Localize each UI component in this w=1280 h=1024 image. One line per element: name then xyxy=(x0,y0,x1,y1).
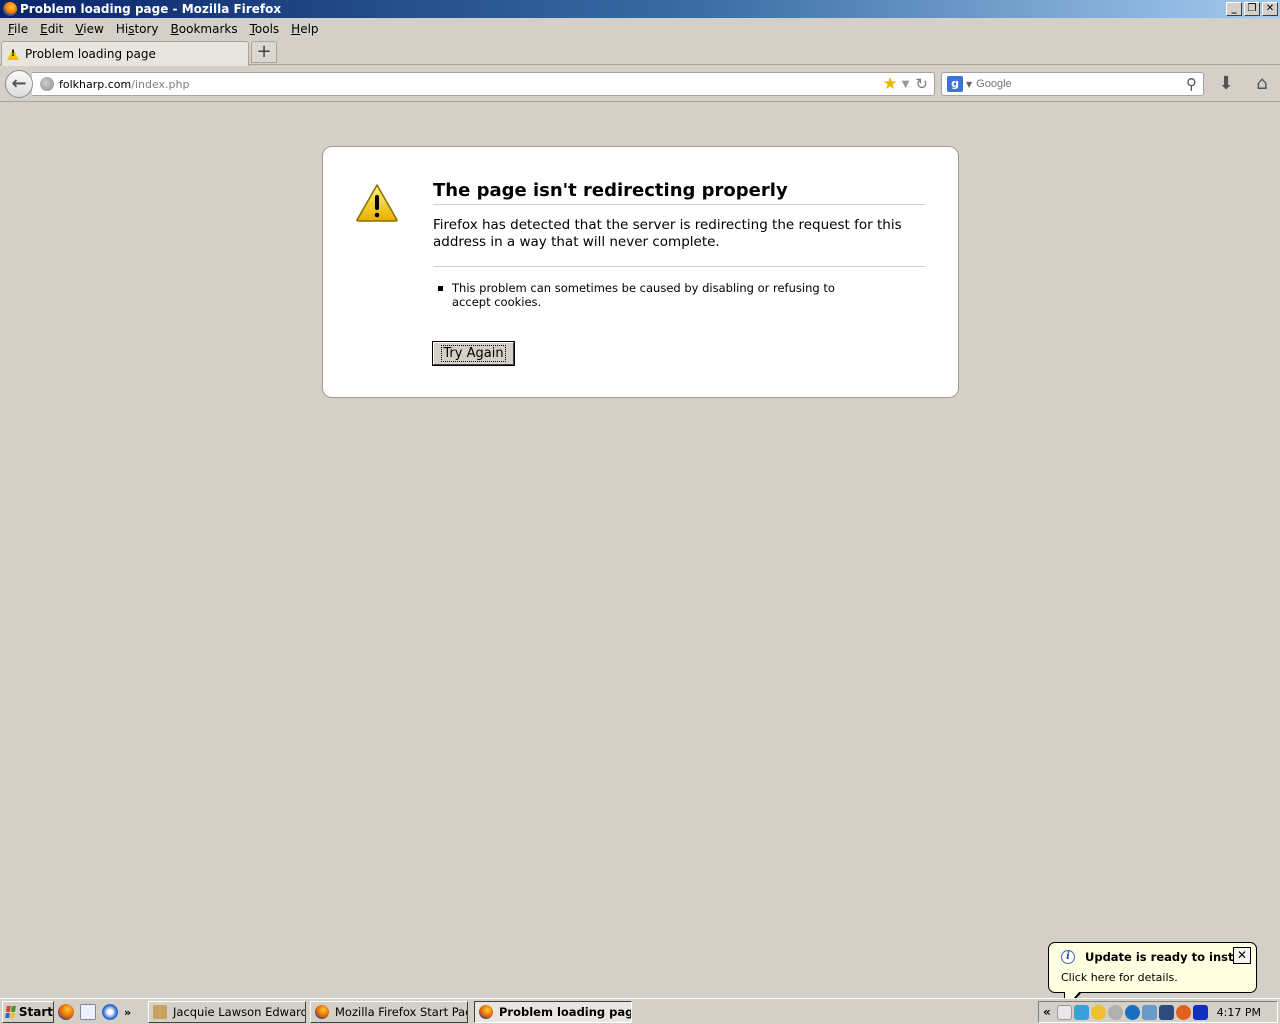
close-button[interactable]: ✕ xyxy=(1262,2,1278,16)
quick-launch-overflow[interactable]: » xyxy=(124,1006,131,1019)
try-again-label: Try Again xyxy=(441,345,506,362)
back-arrow-icon: ← xyxy=(11,73,27,94)
balloon-title: Update is ready to install xyxy=(1085,950,1250,964)
error-description: Firefox has detected that the server is … xyxy=(433,217,902,250)
display-tray-icon[interactable] xyxy=(1141,1004,1157,1020)
url-host: folkharp.com xyxy=(59,77,132,91)
search-engine-icon[interactable]: g xyxy=(947,76,963,92)
url-path: /index.php xyxy=(131,77,190,91)
menu-edit-accel: E xyxy=(40,22,48,36)
menu-bookmarks-accel: B xyxy=(170,22,179,36)
update-notification-balloon[interactable]: i Update is ready to install Click here … xyxy=(1048,942,1257,993)
task-button-jacquie-lawson[interactable]: Jacquie Lawson Edwardi... xyxy=(148,1001,306,1023)
error-page-container: The page isn't redirecting properly Fire… xyxy=(322,146,959,398)
menu-history[interactable]: History xyxy=(110,22,165,36)
menu-tools[interactable]: Tools xyxy=(244,22,286,36)
menu-help-accel: H xyxy=(291,22,301,36)
reload-icon[interactable]: ↻ xyxy=(915,75,928,93)
taskbar: Start » Jacquie Lawson Edwardi... Mozill… xyxy=(0,998,1280,1024)
menu-history-label-pre: Hi xyxy=(115,22,129,36)
user-tray-icon[interactable] xyxy=(1107,1004,1123,1020)
menu-edit-label: dit xyxy=(47,22,64,36)
network-tray-icon[interactable] xyxy=(1073,1004,1089,1020)
url-bar[interactable]: folkharp.com/index.php ★ ▼ ↻ xyxy=(32,72,935,96)
tab-label: Problem loading page xyxy=(25,47,156,61)
menu-tools-label: ools xyxy=(254,22,280,36)
firefox-icon xyxy=(3,2,17,16)
show-hidden-icons-button[interactable]: « xyxy=(1043,1005,1051,1019)
balloon-close-button[interactable]: ✕ xyxy=(1233,947,1251,964)
firefox-icon xyxy=(479,1005,493,1019)
info-icon: i xyxy=(1061,950,1075,964)
antivirus-tray-icon[interactable] xyxy=(1175,1004,1191,1020)
menu-bookmarks[interactable]: Bookmarks xyxy=(165,22,244,36)
divider xyxy=(433,266,925,267)
menu-help-label: elp xyxy=(300,22,319,36)
menu-view-label: iew xyxy=(83,22,104,36)
search-bar[interactable]: g ▼ ⚲ xyxy=(941,72,1204,96)
menu-file[interactable]: File xyxy=(2,22,34,36)
firefox-icon[interactable] xyxy=(58,1004,74,1020)
media-player-icon[interactable] xyxy=(102,1004,118,1020)
history-dropmarker-icon[interactable]: ▼ xyxy=(902,79,910,90)
bookmark-star-icon[interactable]: ★ xyxy=(882,74,897,94)
task-button-firefox-start[interactable]: Mozilla Firefox Start Pag... xyxy=(310,1001,468,1023)
title-bar: Problem loading page - Mozilla Firefox _… xyxy=(0,0,1280,18)
acrobat-tray-icon[interactable] xyxy=(1056,1004,1072,1020)
search-input[interactable] xyxy=(976,78,1186,90)
security-tray-icon[interactable] xyxy=(1090,1004,1106,1020)
search-icon[interactable]: ⚲ xyxy=(1186,75,1197,93)
try-again-button[interactable]: Try Again xyxy=(433,342,514,365)
tab-problem-loading[interactable]: Problem loading page xyxy=(1,41,249,66)
clock[interactable]: 4:17 PM xyxy=(1217,1006,1261,1019)
error-title: The page isn't redirecting properly xyxy=(433,180,925,205)
hint-item: This problem can sometimes be caused by … xyxy=(433,281,863,309)
update-tray-icon[interactable] xyxy=(1124,1004,1140,1020)
restore-button[interactable]: ❐ xyxy=(1244,2,1260,16)
task-button-problem-loading[interactable]: Problem loading page... xyxy=(474,1001,632,1023)
monitor-tray-icon[interactable] xyxy=(1158,1004,1174,1020)
menu-view[interactable]: View xyxy=(69,22,109,36)
menu-help[interactable]: Help xyxy=(285,22,324,36)
new-tab-button[interactable]: + xyxy=(251,41,277,63)
player-tray-icon[interactable] xyxy=(1192,1004,1208,1020)
menu-bar: File Edit View History Bookmarks Tools H… xyxy=(0,18,1280,40)
downloads-button[interactable]: ⬇ xyxy=(1215,74,1237,96)
site-identity-icon[interactable] xyxy=(40,77,54,91)
start-button[interactable]: Start xyxy=(2,1001,54,1023)
balloon-body[interactable]: Click here for details. xyxy=(1061,971,1178,984)
error-hints: This problem can sometimes be caused by … xyxy=(433,281,863,309)
tab-strip: Problem loading page xyxy=(0,40,1280,66)
warning-icon xyxy=(356,184,398,222)
menu-file-label: ile xyxy=(14,22,29,36)
home-button[interactable]: ⌂ xyxy=(1251,74,1273,96)
url-text[interactable]: folkharp.com/index.php xyxy=(59,78,882,91)
home-icon: ⌂ xyxy=(1256,73,1268,94)
download-arrow-icon: ⬇ xyxy=(1218,73,1234,94)
start-label: Start xyxy=(18,1005,53,1019)
task-label: Problem loading page... xyxy=(499,1005,632,1019)
quick-launch: » xyxy=(58,1003,131,1021)
back-button[interactable]: ← xyxy=(5,70,33,98)
menu-bookmarks-label: ookmarks xyxy=(178,22,238,36)
mail-icon[interactable] xyxy=(80,1004,96,1020)
task-label: Jacquie Lawson Edwardi... xyxy=(173,1005,305,1019)
card-icon xyxy=(153,1005,167,1019)
windows-logo-icon xyxy=(5,1006,16,1018)
task-label: Mozilla Firefox Start Pag... xyxy=(335,1005,467,1019)
window-title: Problem loading page - Mozilla Firefox xyxy=(20,2,282,16)
window-controls: _ ❐ ✕ xyxy=(1226,2,1278,16)
system-tray: « 4:17 PM xyxy=(1038,1001,1278,1023)
navigation-toolbar: folkharp.com/index.php ★ ▼ ↻ ← g ▼ ⚲ ⬇ ⌂ xyxy=(0,66,1280,102)
engine-dropdown-icon[interactable]: ▼ xyxy=(966,80,972,89)
minimize-button[interactable]: _ xyxy=(1226,2,1242,16)
firefox-icon xyxy=(315,1005,329,1019)
menu-history-label-post: tory xyxy=(134,22,159,36)
menu-edit[interactable]: Edit xyxy=(34,22,69,36)
warning-icon xyxy=(7,48,19,60)
